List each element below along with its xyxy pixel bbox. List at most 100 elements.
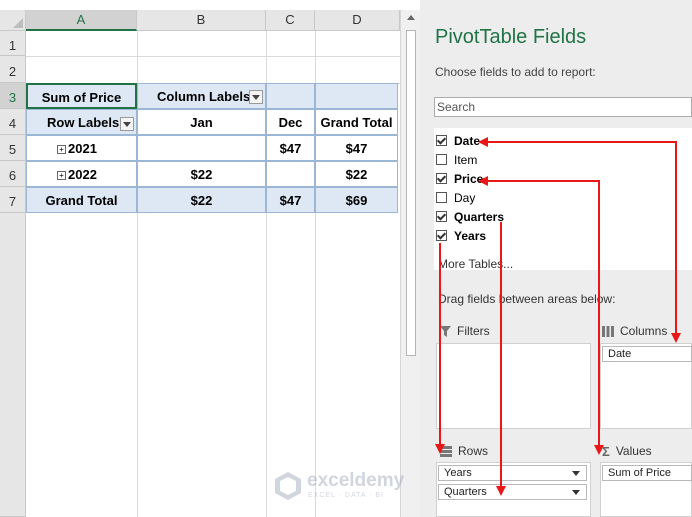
filters-drop-area[interactable]	[436, 343, 591, 429]
expand-icon[interactable]: +	[57, 171, 66, 180]
row-header-7[interactable]: 7	[0, 187, 26, 213]
row-label: 2021	[68, 141, 97, 156]
pivottable-fields-pane: PivotTable Fields Choose fields to add t…	[420, 0, 692, 517]
arrow-line	[486, 141, 676, 143]
pivot-grand-total-dec[interactable]: $47	[266, 187, 315, 213]
field-label: Item	[454, 153, 478, 167]
arrow-line	[598, 180, 600, 446]
pivot-cell-2022-dec[interactable]	[266, 161, 315, 187]
scroll-up-icon[interactable]	[407, 15, 415, 20]
checkbox-checked-icon[interactable]	[436, 211, 447, 222]
pivot-grand-total-jan[interactable]: $22	[137, 187, 266, 213]
row-header-5[interactable]: 5	[0, 135, 26, 161]
column-labels-filter-dropdown[interactable]	[249, 90, 263, 104]
pill-label: Years	[444, 467, 472, 479]
expand-icon[interactable]: +	[57, 145, 66, 154]
pane-title: PivotTable Fields	[435, 26, 587, 48]
row-header-filler	[0, 213, 26, 517]
arrow-line	[439, 243, 441, 446]
columns-label: Columns	[620, 324, 668, 338]
filters-label: Filters	[457, 324, 490, 338]
vertical-scrollbar[interactable]	[400, 10, 420, 517]
field-search-input[interactable]: Search	[434, 97, 692, 117]
checkbox-checked-icon[interactable]	[436, 135, 447, 146]
pill-label: Quarters	[444, 486, 487, 498]
watermark-tagline: EXCEL · DATA · BI	[308, 492, 384, 499]
columns-icon	[602, 326, 614, 338]
field-label: Date	[454, 134, 481, 148]
values-label: Values	[615, 444, 652, 458]
pill-label: Date	[608, 348, 632, 360]
row-header-2[interactable]: 2	[0, 56, 26, 83]
row-labels-filter-dropdown[interactable]	[120, 117, 134, 131]
pivot-grand-total-label[interactable]: Grand Total	[26, 187, 137, 213]
pivot-grand-total-total[interactable]: $69	[315, 187, 398, 213]
rows-field-pill[interactable]: Years	[438, 465, 587, 481]
checkbox-checked-icon[interactable]	[436, 230, 447, 241]
pivot-empty-cell	[315, 83, 398, 109]
pivot-col-header-jan[interactable]: Jan	[137, 109, 266, 135]
column-header-c[interactable]: C	[266, 10, 315, 31]
field-list[interactable]: Date Item Price Day Quarters Years	[434, 128, 692, 270]
pivot-col-header-grand-total[interactable]: Grand Total	[315, 109, 398, 135]
pivot-cell-2022-total[interactable]: $22	[315, 161, 398, 187]
arrow-head-icon	[671, 333, 681, 343]
scrollbar-thumb[interactable]	[406, 30, 416, 356]
spreadsheet-grid[interactable]: A B C D 1 2 3 4 5 6 7 Sum of Price Colum…	[0, 0, 400, 517]
arrow-tail	[478, 137, 488, 147]
row-labels-text: Row Labels	[47, 115, 120, 130]
column-header-b[interactable]: B	[137, 10, 266, 31]
pivot-cell-2021-jan[interactable]	[137, 135, 266, 161]
watermark-name: exceldemy	[307, 470, 405, 491]
dropdown-arrow-icon[interactable]	[572, 490, 580, 495]
pane-subtitle: Choose fields to add to report:	[435, 65, 596, 79]
pivot-column-labels[interactable]: Column Labels	[137, 83, 266, 109]
field-item-years[interactable]: Years	[434, 227, 534, 246]
rows-field-pill[interactable]: Quarters	[438, 484, 587, 500]
arrow-head-icon	[496, 486, 506, 496]
pill-label: Sum of Price	[608, 467, 671, 479]
pivot-col-header-dec[interactable]: Dec	[266, 109, 315, 135]
arrow-line	[675, 141, 677, 335]
columns-field-pill[interactable]: Date	[602, 346, 692, 362]
field-label: Years	[454, 229, 487, 243]
exceldemy-watermark: exceldemy EXCEL · DATA · BI	[275, 468, 425, 508]
dropdown-arrow-icon[interactable]	[572, 471, 580, 476]
gridline	[26, 56, 400, 57]
arrow-tail	[478, 176, 488, 186]
field-item-quarters[interactable]: Quarters	[434, 208, 534, 227]
rows-area-header: Rows	[440, 444, 488, 458]
field-item-day[interactable]: Day	[434, 189, 534, 208]
field-label: Quarters	[454, 210, 505, 224]
values-field-pill[interactable]: Sum of Price	[602, 465, 692, 481]
checkbox-checked-icon[interactable]	[436, 173, 447, 184]
pivot-cell-2021-dec[interactable]: $47	[266, 135, 315, 161]
drag-hint: Drag fields between areas below:	[438, 292, 616, 306]
filter-icon	[440, 326, 451, 338]
select-all-corner[interactable]	[0, 10, 26, 31]
exceldemy-logo-icon	[275, 472, 301, 500]
row-label: 2022	[68, 167, 97, 182]
row-header-6[interactable]: 6	[0, 161, 26, 187]
arrow-line	[500, 222, 502, 488]
column-header-a[interactable]: A	[26, 10, 137, 31]
row-header-3[interactable]: 3	[0, 83, 26, 109]
pivot-value-header[interactable]: Sum of Price	[26, 83, 137, 109]
pivot-cell-2022-jan[interactable]: $22	[137, 161, 266, 187]
field-label: Day	[454, 191, 476, 205]
checkbox-unchecked-icon[interactable]	[436, 154, 447, 165]
row-header-1[interactable]: 1	[0, 31, 26, 56]
pivot-row-2022[interactable]: +2022	[26, 161, 137, 187]
arrow-head-icon	[594, 445, 604, 455]
column-header-d[interactable]: D	[315, 10, 400, 31]
checkbox-unchecked-icon[interactable]	[436, 192, 447, 203]
rows-label: Rows	[458, 444, 489, 458]
column-labels-text: Column Labels	[157, 89, 251, 104]
pivot-row-2021[interactable]: +2021	[26, 135, 137, 161]
columns-area-header: Columns	[602, 324, 667, 338]
filters-area-header: Filters	[440, 324, 490, 338]
values-area-header: Σ Values	[602, 444, 652, 459]
pivot-cell-2021-total[interactable]: $47	[315, 135, 398, 161]
row-header-4[interactable]: 4	[0, 109, 26, 135]
field-item-item[interactable]: Item	[434, 151, 534, 170]
